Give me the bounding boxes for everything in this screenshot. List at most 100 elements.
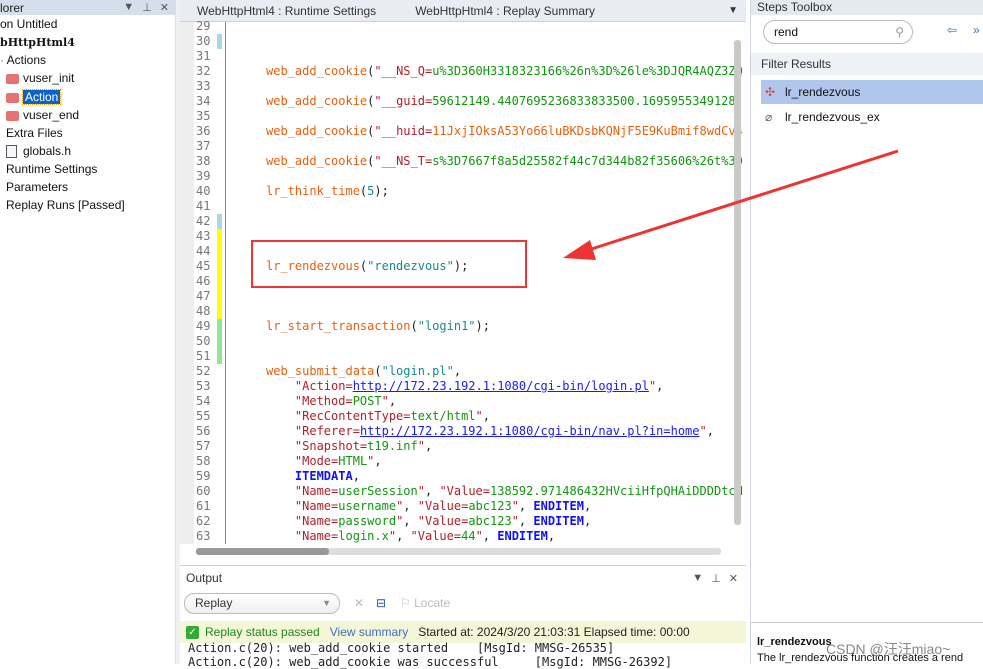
tab-replay-summary[interactable]: WebHttpHtml4 : Replay Summary xyxy=(393,4,612,18)
code-token: , xyxy=(403,499,418,513)
wrap-icon[interactable]: ⊟ xyxy=(376,596,386,610)
tree-extra-files[interactable]: Extra Files xyxy=(6,125,63,142)
line-number: 36 xyxy=(196,124,211,138)
line-number: 42 xyxy=(196,214,211,228)
line-number: 52 xyxy=(196,364,211,378)
expand-icon[interactable]: » xyxy=(973,23,980,37)
dropdown-icon[interactable]: ▼ xyxy=(123,1,134,14)
result-lr-rendezvous-ex[interactable]: ⌀ lr_rendezvous_ex xyxy=(761,105,983,129)
steps-search-input[interactable]: rend ⚲ xyxy=(763,20,913,44)
code-link[interactable]: http://172.23.192.1:1080/cgi-bin/login.p… xyxy=(353,379,649,393)
tree-actions[interactable]: · Actions xyxy=(0,52,46,69)
line-number: 54 xyxy=(196,394,211,408)
code-line[interactable]: "Name=password", "Value=abc123", ENDITEM… xyxy=(266,514,591,529)
code-line[interactable]: web_submit_data("login.pl", xyxy=(266,364,461,379)
code-line[interactable]: "Mode=HTML", xyxy=(266,454,382,469)
tree-script[interactable]: bHttpHtml4 xyxy=(0,34,75,51)
output-line: Action.c(20): web_add_cookie started [Ms… xyxy=(188,641,615,655)
code-line[interactable]: "Name=username", "Value=abc123", ENDITEM… xyxy=(266,499,591,514)
tree-vuser-init[interactable]: vuser_init xyxy=(6,70,74,87)
search-icon: ⚲ xyxy=(895,25,904,39)
change-marker xyxy=(217,304,222,319)
code-token: username xyxy=(338,499,397,513)
code-token: "Name= xyxy=(294,484,339,498)
tree-vuser-end[interactable]: vuser_end xyxy=(6,107,79,124)
change-marker xyxy=(217,214,222,229)
code-token: , xyxy=(706,424,714,438)
back-icon[interactable]: ⇦ xyxy=(947,23,957,37)
code-token: , xyxy=(352,469,360,483)
vertical-scrollbar[interactable] xyxy=(734,40,741,525)
tree-solution[interactable]: on Untitled xyxy=(0,16,57,33)
tab-runtime-settings[interactable]: WebHttpHtml4 : Runtime Settings xyxy=(180,4,393,18)
code-token: "__NS_Q= xyxy=(374,64,433,78)
code-line[interactable]: web_add_cookie("__NS_Q=u%3D360H331832316… xyxy=(266,64,743,79)
dropdown-icon[interactable]: ▼ xyxy=(692,572,703,585)
code-token: " xyxy=(381,394,389,408)
result-lr-rendezvous[interactable]: ✣ lr_rendezvous xyxy=(761,80,983,104)
pin-icon[interactable]: ⊥ xyxy=(711,572,721,585)
code-line[interactable]: lr_rendezvous("rendezvous"); xyxy=(266,259,468,274)
code-line[interactable]: "Name=userSession", "Value=138592.971486… xyxy=(266,484,743,499)
output-source-select[interactable]: Replay ▼ xyxy=(184,593,340,614)
code-token: 59612149.4407695236833833500.16959553491… xyxy=(432,94,743,108)
code-token: " xyxy=(511,514,519,528)
code-token: web_add_cookie xyxy=(266,154,368,168)
line-number: 30 xyxy=(196,34,211,48)
tree-parameters[interactable]: Parameters xyxy=(6,179,68,196)
change-marker xyxy=(217,289,222,304)
tree-globals[interactable]: globals.h xyxy=(6,143,71,160)
code-line[interactable]: web_add_cookie("__huid=11JxjIOksA53Yo66l… xyxy=(266,124,743,139)
code-link[interactable]: http://172.23.192.1:1080/cgi-bin/nav.pl?… xyxy=(360,424,700,438)
code-token: text/html xyxy=(410,409,476,423)
code-editor[interactable]: WebHttpHtml4 : Runtime Settings WebHttpH… xyxy=(180,0,746,562)
code-token: HTML xyxy=(338,454,368,468)
code-token: web_add_cookie xyxy=(266,64,368,78)
code-token: ); xyxy=(453,259,469,273)
rendezvous-icon: ✣ xyxy=(765,85,776,99)
code-line[interactable]: ITEMDATA, xyxy=(266,469,360,484)
explorer-panel: lorer ▼ ⊥ ✕ on Untitled bHttpHtml4 · Actio… xyxy=(0,0,176,664)
code-token: "Value= xyxy=(439,484,491,498)
code-line[interactable]: lr_think_time(5); xyxy=(266,184,389,199)
code-line[interactable]: "Referer=http://172.23.192.1:1080/cgi-bi… xyxy=(266,424,714,439)
code-line[interactable]: lr_start_transaction("login1"); xyxy=(266,319,490,334)
code-line[interactable]: web_add_cookie("__NS_T=s%3D7667f8a5d2558… xyxy=(266,154,743,169)
tree-replay-runs[interactable]: Replay Runs [Passed] xyxy=(6,197,125,214)
code-line[interactable]: "RecContentType=text/html", xyxy=(266,409,490,424)
code-token: "__guid= xyxy=(374,94,433,108)
clear-icon[interactable]: ✕ xyxy=(354,596,364,610)
tab-menu-icon[interactable]: ▼ xyxy=(728,5,738,16)
code-token: password xyxy=(338,514,397,528)
locate-button[interactable]: ⚐ Locate xyxy=(400,596,450,610)
code-line[interactable]: "Name=login.x", "Value=44", ENDITEM, xyxy=(266,529,555,544)
help-title: lr_rendezvous xyxy=(757,636,832,648)
code-token: , xyxy=(396,529,411,543)
close-icon[interactable]: ✕ xyxy=(160,1,169,14)
code-token: " xyxy=(699,424,707,438)
code-token: "Value= xyxy=(417,499,469,513)
code-line[interactable]: "Snapshot=t19.inf", xyxy=(266,439,432,454)
code-line[interactable]: "Method=POST", xyxy=(266,394,396,409)
code-line[interactable]: "Action=http://172.23.192.1:1080/cgi-bin… xyxy=(266,379,663,394)
horizontal-scroll-thumb[interactable] xyxy=(196,548,329,555)
code-line[interactable]: web_add_cookie("__guid=59612149.44076952… xyxy=(266,94,743,109)
line-number: 39 xyxy=(196,169,211,183)
close-icon[interactable]: ✕ xyxy=(729,572,738,585)
watermark: CSDN @汪汪miao~ xyxy=(826,641,951,657)
code-token: lr_start_transaction xyxy=(266,319,411,333)
code-token: web_add_cookie xyxy=(266,94,368,108)
change-marker xyxy=(217,334,222,349)
action-icon xyxy=(6,110,19,121)
code-token: "Name= xyxy=(294,499,339,513)
line-number: 46 xyxy=(196,274,211,288)
pin-icon[interactable]: ⊥ xyxy=(142,1,152,14)
tree-runtime-settings[interactable]: Runtime Settings xyxy=(6,161,97,178)
tree-action[interactable]: Action xyxy=(6,89,62,106)
code-token: userSession xyxy=(338,484,418,498)
view-summary-link[interactable]: View summary xyxy=(330,625,408,639)
code-token: ( xyxy=(410,319,418,333)
